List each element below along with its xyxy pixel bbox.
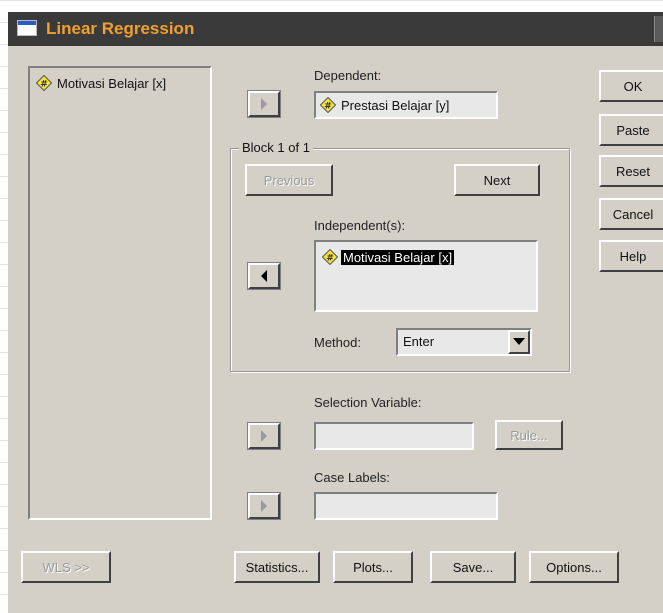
paste-button[interactable]: Paste (599, 114, 663, 146)
chevron-down-icon (513, 338, 525, 345)
method-value: Enter (403, 334, 435, 349)
ok-button[interactable]: OK (599, 70, 663, 102)
options-button[interactable]: Options... (529, 551, 619, 583)
method-label: Method: (314, 335, 361, 350)
case-labels-field[interactable] (314, 492, 498, 520)
dependent-label: Dependent: (314, 68, 382, 83)
dependent-variable: # Prestasi Belajar [y] (320, 96, 451, 114)
selection-variable-field[interactable] (314, 422, 474, 450)
dependent-field[interactable]: # Prestasi Belajar [y] (314, 91, 498, 119)
independents-label: Independent(s): (314, 218, 406, 233)
dependent-value: Prestasi Belajar [y] (341, 97, 450, 113)
linear-regression-dialog: Linear Regression # Motivasi Belajar [x]… (8, 12, 663, 613)
move-to-dependent-button[interactable] (247, 90, 281, 118)
previous-button[interactable]: Previous (245, 164, 333, 196)
title-bar[interactable]: Linear Regression (8, 12, 663, 46)
cancel-button[interactable]: Cancel (599, 198, 663, 230)
help-button[interactable]: Help (599, 240, 663, 272)
scale-variable-icon: # (320, 97, 336, 113)
independent-variable-label: Motivasi Belajar [x] (341, 249, 455, 265)
selection-variable-label: Selection Variable: (314, 395, 422, 410)
independents-list[interactable]: # Motivasi Belajar [x] (314, 240, 538, 312)
dropdown-button[interactable] (508, 330, 530, 354)
case-labels-label: Case Labels: (314, 470, 390, 485)
variable-label: Motivasi Belajar [x] (57, 75, 167, 91)
statistics-button[interactable]: Statistics... (234, 551, 320, 583)
move-to-selection-button[interactable] (247, 422, 281, 450)
arrow-right-icon (261, 98, 267, 110)
reset-button[interactable]: Reset (599, 155, 663, 187)
wls-button[interactable]: WLS >> (21, 551, 111, 583)
next-button[interactable]: Next (454, 164, 540, 196)
block-label: Block 1 of 1 (239, 140, 313, 155)
svg-text:#: # (324, 102, 332, 112)
list-item[interactable]: # Motivasi Belajar [x] (36, 74, 168, 92)
window-title: Linear Regression (46, 19, 195, 38)
scale-variable-icon: # (36, 75, 52, 91)
method-select[interactable]: Enter (396, 328, 532, 356)
plots-button[interactable]: Plots... (333, 551, 413, 583)
save-button[interactable]: Save... (430, 551, 516, 583)
rule-button[interactable]: Rule... (495, 420, 563, 450)
move-to-case-labels-button[interactable] (247, 492, 281, 520)
scale-variable-icon: # (322, 249, 338, 265)
window-icon (17, 20, 37, 36)
arrow-right-icon (261, 500, 267, 512)
arrow-left-icon (261, 270, 267, 282)
svg-text:#: # (326, 254, 334, 264)
list-item[interactable]: # Motivasi Belajar [x] (322, 248, 455, 266)
source-variable-list[interactable]: # Motivasi Belajar [x] (28, 66, 212, 520)
title-bar-control[interactable] (654, 16, 663, 42)
move-to-independents-button[interactable] (247, 262, 281, 290)
svg-text:#: # (40, 80, 48, 90)
arrow-right-icon (261, 430, 267, 442)
